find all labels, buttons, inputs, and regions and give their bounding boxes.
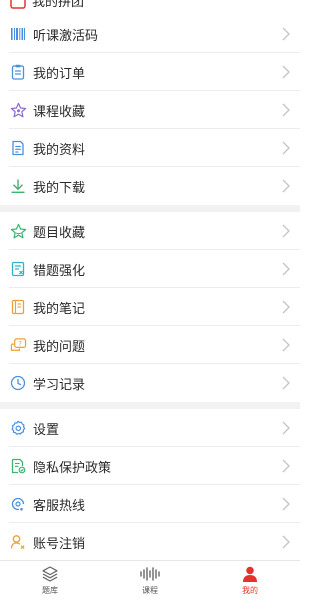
menu-item-label: 我的笔记 <box>33 301 86 317</box>
barcode-icon <box>9 25 27 43</box>
tab-profile[interactable]: 我的 <box>210 565 290 596</box>
menu-item-my-notes[interactable]: 我的笔记 <box>0 288 300 326</box>
chevron-right-icon <box>282 535 290 549</box>
customer-service-icon <box>9 495 27 513</box>
menu-item-label: 听课激活码 <box>33 28 99 44</box>
menu-item-my-materials[interactable]: 我的资料 <box>0 129 300 167</box>
star-icon <box>9 222 27 240</box>
chevron-right-icon <box>282 421 290 435</box>
menu-list: 我的拼团 听课激活码 我的订单 课程收藏 我的资料 我的下载 题目收藏 错题强化… <box>0 0 300 561</box>
menu-item-my-questions[interactable]: ? 我的问题 <box>0 326 300 364</box>
group-icon <box>9 0 27 14</box>
tab-label: 题库 <box>42 586 58 595</box>
gear-icon <box>9 419 27 437</box>
menu-item-course-favorites[interactable]: 课程收藏 <box>0 91 300 129</box>
tab-label: 我的 <box>242 586 258 595</box>
question-bubble-icon: ? <box>9 336 27 354</box>
menu-item-label: 我的下载 <box>33 180 86 196</box>
privacy-document-icon <box>9 457 27 475</box>
menu-item-my-downloads[interactable]: 我的下载 <box>0 167 300 205</box>
menu-item-label: 设置 <box>33 422 60 438</box>
tab-courses[interactable]: 课程 <box>110 565 190 596</box>
chevron-right-icon <box>282 141 290 155</box>
audio-wave-icon <box>140 567 160 581</box>
menu-item-label: 错题强化 <box>33 263 86 279</box>
chevron-right-icon <box>282 103 290 117</box>
tab-label: 课程 <box>142 586 158 595</box>
menu-item-activation-code[interactable]: 听课激活码 <box>0 15 300 53</box>
chevron-right-icon <box>282 65 290 79</box>
menu-item-mistake-review[interactable]: 错题强化 <box>0 250 300 288</box>
menu-item-label: 题目收藏 <box>33 225 86 241</box>
download-icon <box>9 177 27 195</box>
chevron-right-icon <box>282 179 290 193</box>
layers-icon <box>42 566 58 582</box>
menu-item-study-history[interactable]: 学习记录 <box>0 364 300 402</box>
menu-item-delete-account[interactable]: 账号注销 <box>0 523 300 561</box>
chevron-right-icon <box>282 376 290 390</box>
chevron-right-icon <box>282 224 290 238</box>
tab-question-bank[interactable]: 题库 <box>10 565 90 596</box>
chevron-right-icon <box>282 497 290 511</box>
menu-item-label: 我的订单 <box>33 66 86 82</box>
chevron-right-icon <box>282 459 290 473</box>
chevron-right-icon <box>282 262 290 276</box>
menu-item-label: 客服热线 <box>33 498 86 514</box>
clock-icon <box>9 374 27 392</box>
section-gap <box>0 402 300 409</box>
chevron-right-icon <box>282 338 290 352</box>
menu-item-my-orders[interactable]: 我的订单 <box>0 53 300 91</box>
menu-item-label: 账号注销 <box>33 536 86 552</box>
user-icon <box>243 566 257 582</box>
menu-item-label: 隐私保护政策 <box>33 460 112 476</box>
menu-item-label: 课程收藏 <box>33 104 86 120</box>
menu-item-clipped[interactable]: 我的拼团 <box>0 0 300 15</box>
user-remove-icon <box>9 533 27 551</box>
bottom-tab-bar: 题库 课程 我的 <box>0 560 300 600</box>
document-icon <box>9 139 27 157</box>
section-gap <box>0 205 300 212</box>
chevron-right-icon <box>282 300 290 314</box>
menu-item-clipped-label: 我的拼团 <box>32 0 85 10</box>
error-book-icon <box>9 260 27 278</box>
menu-item-label: 我的问题 <box>33 339 86 355</box>
menu-item-customer-service[interactable]: 客服热线 <box>0 485 300 523</box>
menu-item-question-favorites[interactable]: 题目收藏 <box>0 212 300 250</box>
chevron-right-icon <box>282 27 290 41</box>
menu-item-settings[interactable]: 设置 <box>0 409 300 447</box>
menu-item-label: 我的资料 <box>33 142 86 158</box>
star-icon <box>9 101 27 119</box>
clipboard-icon <box>9 63 27 81</box>
menu-item-label: 学习记录 <box>33 377 86 393</box>
menu-item-privacy-policy[interactable]: 隐私保护政策 <box>0 447 300 485</box>
notebook-icon <box>9 298 27 316</box>
svg-text:?: ? <box>18 340 22 348</box>
